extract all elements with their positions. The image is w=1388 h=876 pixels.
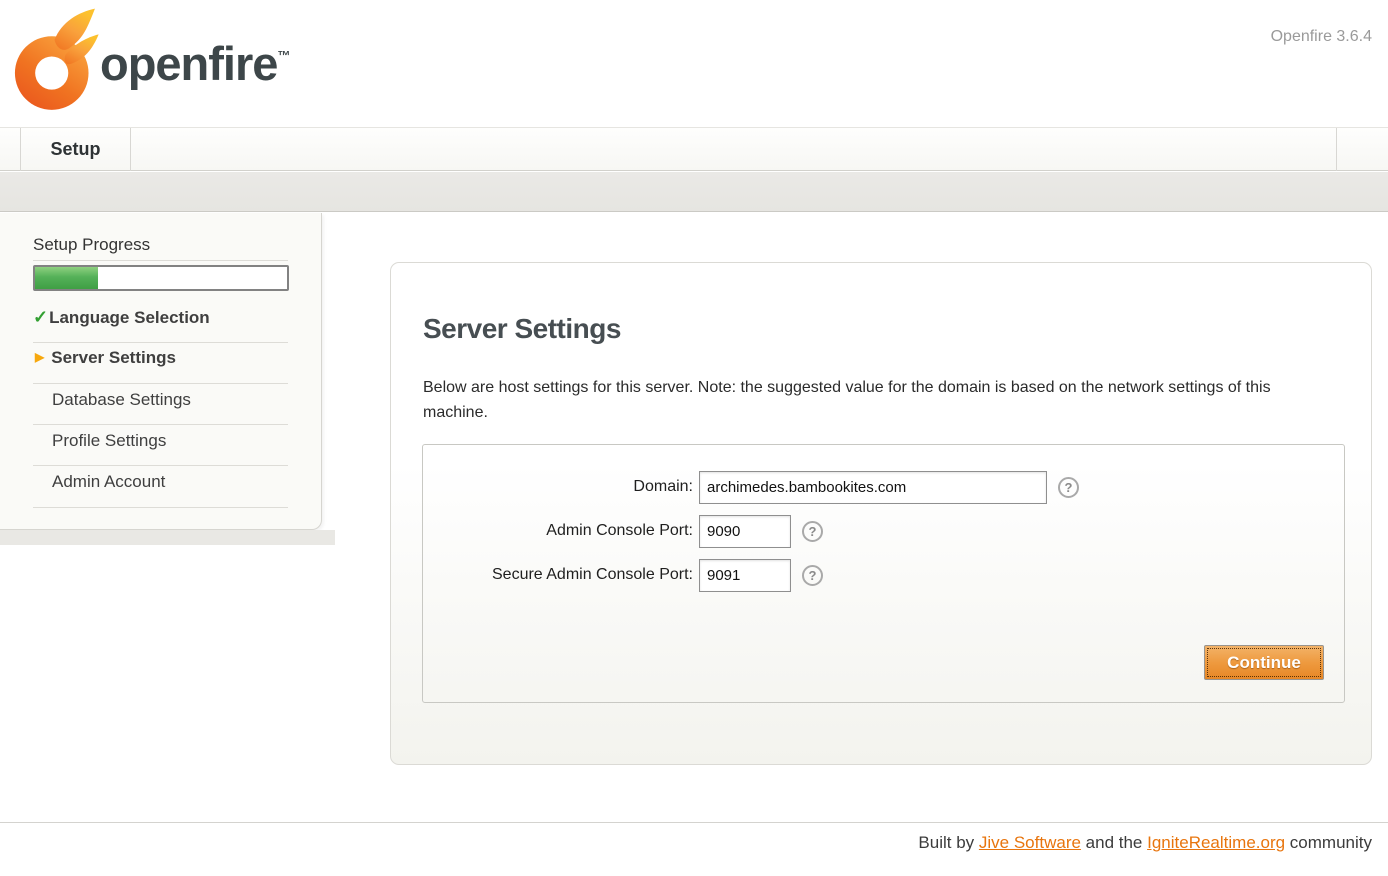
sidebar-item-database-settings: Database Settings (33, 390, 293, 412)
openfire-wordmark: openfire™ (100, 36, 290, 91)
trademark-symbol: ™ (277, 48, 290, 63)
tab-bar: Setup (0, 127, 1388, 171)
tab-bar-separator (1336, 128, 1337, 171)
sidebar-item-language-selection: ✓Language Selection (33, 307, 293, 329)
footer-text: and the (1081, 833, 1147, 852)
check-icon: ✓ (33, 307, 48, 327)
footer-divider (0, 822, 1388, 824)
sidebar-title: Setup Progress (33, 235, 150, 255)
version-label: Openfire 3.6.4 (1271, 28, 1372, 46)
footer-text: Built by (918, 833, 978, 852)
openfire-logo-icon (14, 6, 106, 118)
domain-help-icon[interactable]: ? (1058, 477, 1079, 498)
header: openfire™ Openfire 3.6.4 (0, 0, 1388, 127)
page-description: Below are host settings for this server.… (423, 375, 1303, 425)
sidebar-item-profile-settings: Profile Settings (33, 431, 293, 453)
setup-progress-bar (33, 265, 289, 291)
tab-setup[interactable]: Setup (20, 128, 131, 171)
admin-console-port-input[interactable] (699, 515, 791, 548)
current-step-arrow-icon: ▶ (35, 350, 44, 364)
sidebar-item-admin-account: Admin Account (33, 472, 293, 494)
divider (33, 383, 288, 384)
continue-button[interactable]: Continue (1204, 645, 1324, 680)
server-settings-form: Domain: ? Admin Console Port: ? Secure A… (422, 444, 1345, 703)
divider (33, 260, 288, 261)
footer-credits: Built by Jive Software and the IgniteRea… (918, 833, 1372, 853)
secure-admin-console-port-input[interactable] (699, 559, 791, 592)
domain-input[interactable] (699, 471, 1047, 504)
setup-progress-sidebar: Setup Progress ✓Language Selection ▶Serv… (0, 213, 322, 530)
jive-software-link[interactable]: Jive Software (979, 833, 1081, 852)
page-title: Server Settings (423, 313, 621, 345)
divider (33, 465, 288, 466)
divider (33, 342, 288, 343)
divider (33, 507, 288, 508)
page: openfire™ Openfire 3.6.4 Setup Setup Pro… (0, 0, 1388, 876)
secure-admin-console-port-help-icon[interactable]: ? (802, 565, 823, 586)
admin-console-port-label: Admin Console Port: (423, 522, 699, 540)
domain-label: Domain: (423, 478, 699, 496)
server-settings-panel: Server Settings Below are host settings … (390, 262, 1372, 765)
igniterealtime-link[interactable]: IgniteRealtime.org (1147, 833, 1285, 852)
footer-text: community (1285, 833, 1372, 852)
sub-nav-bar (0, 172, 1388, 212)
admin-console-port-help-icon[interactable]: ? (802, 521, 823, 542)
sidebar-item-server-settings: ▶Server Settings (33, 348, 293, 370)
divider (33, 424, 288, 425)
secure-admin-console-port-label: Secure Admin Console Port: (423, 566, 699, 584)
progress-fill (35, 267, 98, 289)
sidebar-bottom-strip (0, 530, 335, 545)
